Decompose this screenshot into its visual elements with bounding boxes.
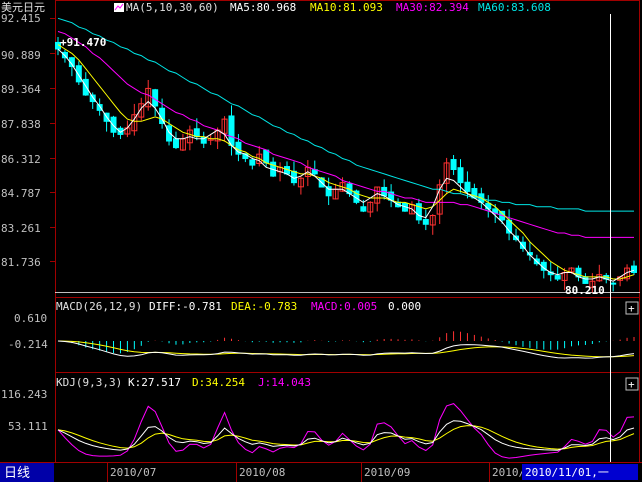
macd-expand-icon: + — [628, 302, 635, 315]
candles — [55, 37, 637, 293]
ma5-value: MA5:80.968 — [230, 1, 296, 14]
candle-body — [89, 94, 96, 103]
kdj-d-line — [57, 425, 635, 450]
candle-body — [75, 65, 82, 83]
y-tick-label: 87.838 — [1, 118, 41, 131]
kdj-plot — [57, 403, 635, 459]
candle-body — [457, 167, 464, 184]
cursor-date-box: 2010/11/01,一 — [522, 464, 638, 480]
period-tab[interactable]: 日线 — [0, 463, 54, 482]
macd-params: MACD(26,12,9) — [56, 300, 142, 313]
kdj-k-line — [57, 420, 635, 451]
y-tick-label: 89.364 — [1, 83, 41, 96]
kdj-expand-icon: + — [628, 378, 635, 391]
kdj-legend: KDJ(9,3,3) K:27.517 D:34.254 J:14.043 — [56, 376, 311, 389]
y-tick-label: 84.787 — [1, 187, 41, 200]
y-tick-label: -0.214 — [8, 338, 48, 351]
candle-body — [450, 159, 457, 171]
y-tick-label: 83.261 — [1, 222, 41, 235]
low-annotation: 80.210 — [565, 284, 605, 297]
candle-body — [610, 282, 617, 285]
macd-legend: MACD(26,12,9) DIFF:-0.781 DEA:-0.783 MAC… — [56, 300, 421, 313]
price-plot — [55, 17, 637, 293]
y-tick-label: 86.312 — [1, 153, 41, 166]
candle-body — [82, 78, 89, 96]
kdj-k: K:27.517 — [128, 376, 181, 389]
ma-params: MA(5,10,30,60) — [126, 1, 219, 14]
candle-body — [631, 265, 637, 273]
macd-y-axis: 0.610 -0.214 — [8, 312, 48, 351]
macd-button[interactable]: + — [625, 301, 639, 315]
candle-body — [582, 276, 589, 284]
kdj-button[interactable]: + — [625, 377, 639, 391]
macd-value: MACD:0.005 — [311, 300, 377, 313]
candle-body — [422, 219, 429, 225]
high-annotation: +91.470 — [60, 36, 106, 49]
y-tick-label: 90.889 — [1, 49, 41, 62]
candle-body — [249, 159, 256, 166]
kdj-params: KDJ(9,3,3) — [56, 376, 122, 389]
ma60-value: MA60:83.608 — [478, 1, 551, 14]
kdj-d: D:34.254 — [192, 376, 245, 389]
candle-body — [554, 275, 561, 280]
period-tab-label: 日线 — [4, 466, 30, 481]
month-label: 2010/07 — [110, 466, 156, 479]
ma10-value: MA10:81.093 — [310, 1, 383, 14]
ma30-value: MA30:82.394 — [396, 1, 469, 14]
y-tick-label: 53.111 — [8, 420, 48, 433]
month-label: 2010/08 — [239, 466, 285, 479]
ma5-line — [57, 48, 635, 282]
candle-body — [228, 115, 235, 146]
candle-body — [360, 206, 367, 212]
macd-plot — [57, 331, 635, 359]
candle-body — [193, 128, 200, 138]
ma60-line — [57, 17, 634, 212]
kdj-y-axis: 116.243 53.111 — [1, 388, 48, 433]
y-tick-label: 81.736 — [1, 256, 41, 269]
diff-line — [57, 340, 635, 359]
instrument-name: 美元日元 — [1, 1, 45, 14]
candle-body — [263, 149, 270, 164]
month-label: 2010/09 — [364, 466, 410, 479]
macd-diff: DIFF:-0.781 — [149, 300, 222, 313]
y-tick-label: 0.610 — [14, 312, 47, 325]
candle-body — [464, 181, 471, 192]
candle-body — [485, 202, 492, 210]
price-legend: 美元日元 MA(5,10,30,60) MA5:80.968 MA10:81.0… — [1, 1, 551, 14]
macd-dea: DEA:-0.783 — [231, 300, 297, 313]
kdj-j: J:14.043 — [258, 376, 311, 389]
cursor-date: 2010/11/01,一 — [525, 466, 609, 479]
price-y-axis: 92.415 90.889 89.364 87.838 86.312 84.78… — [1, 12, 41, 269]
price-y-tickmarks — [50, 18, 55, 262]
macd-bars — [64, 331, 635, 354]
macd-extra: 0.000 — [388, 300, 421, 313]
stock-chart[interactable]: 92.415 90.889 89.364 87.838 86.312 84.78… — [0, 0, 642, 482]
y-tick-label: 116.243 — [1, 388, 47, 401]
candle-body — [172, 138, 179, 149]
ma10-line — [57, 44, 635, 280]
bottom-bar: 日线 2010/07 2010/08 2010/09 2010/10 2010/… — [0, 462, 642, 482]
candle-body — [110, 116, 117, 133]
